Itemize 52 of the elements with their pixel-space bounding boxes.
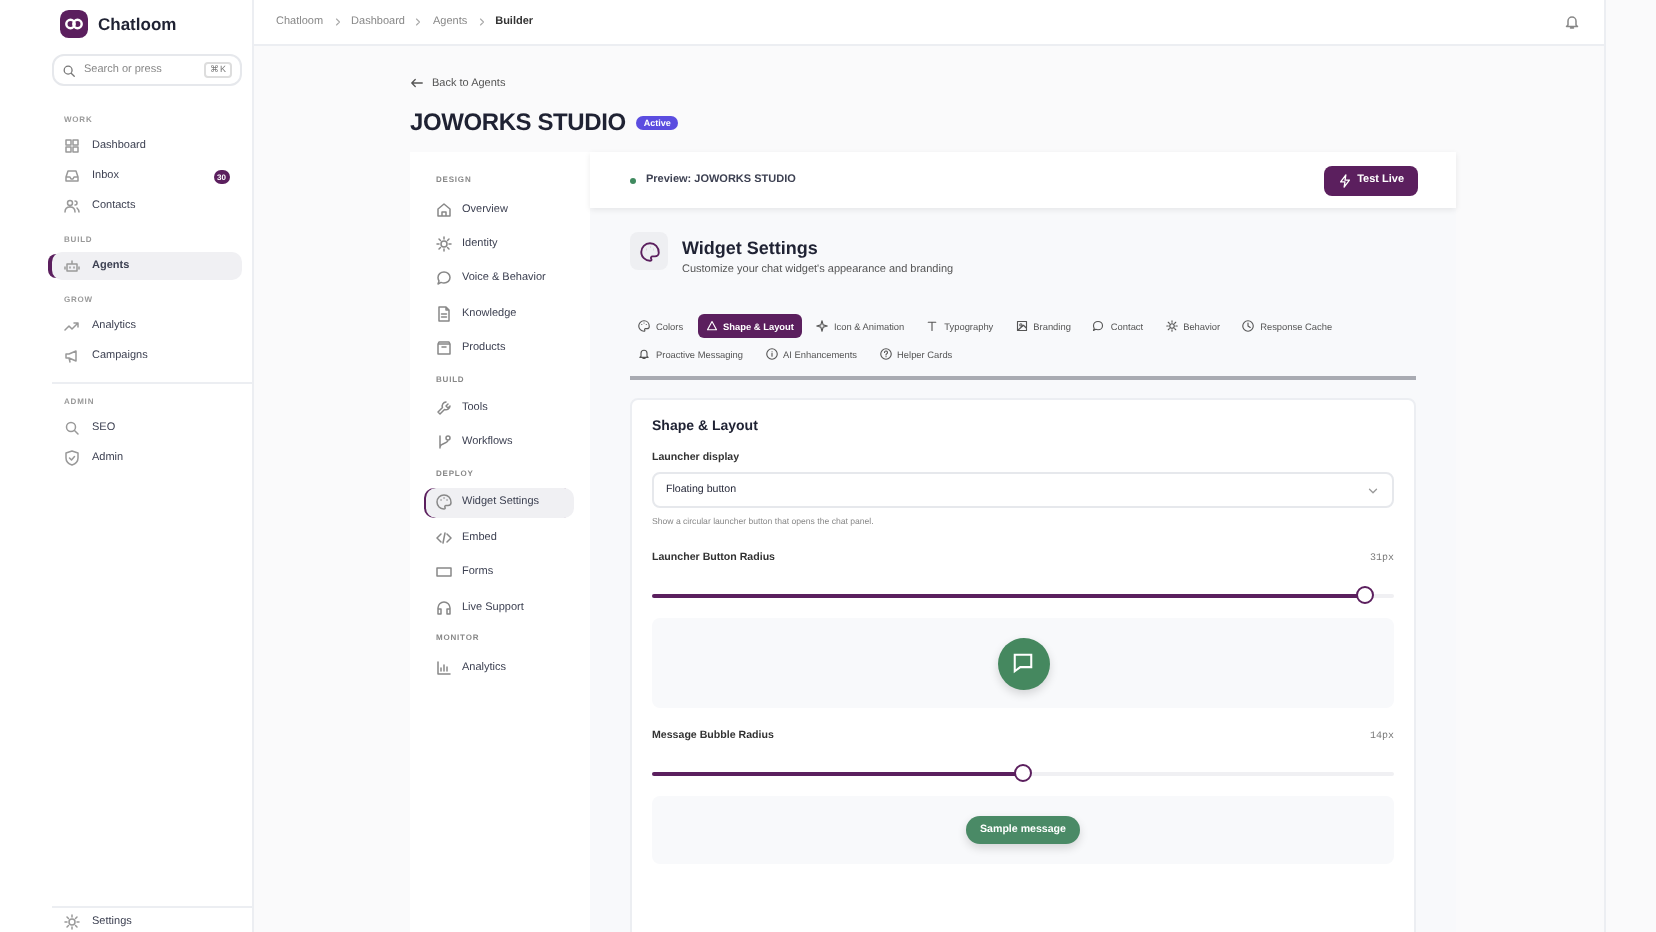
chat-bubble-icon [1012, 652, 1034, 674]
chat-launcher-button[interactable] [997, 637, 1049, 689]
info-icon [765, 348, 778, 360]
app-name: Chatloom [98, 14, 177, 34]
bell-icon [638, 348, 650, 360]
bell-icon [1564, 14, 1580, 30]
triangle-icon [705, 320, 718, 332]
bolt-icon [1337, 173, 1352, 187]
image-icon [1015, 320, 1028, 332]
settings-icon [64, 914, 80, 930]
wrench-icon [436, 400, 452, 417]
clock-icon [1242, 320, 1255, 332]
slider-thumb[interactable] [1355, 586, 1374, 604]
sparkle-icon [815, 320, 828, 332]
slider[interactable] [652, 764, 1394, 782]
search-icon [64, 420, 80, 436]
box-icon [436, 340, 452, 357]
palette-icon [638, 320, 650, 332]
code-icon [436, 529, 452, 546]
settings-title: Widget Settings [682, 238, 820, 258]
chevron-right-icon [331, 16, 344, 28]
text-icon [926, 320, 939, 332]
bar-chart-icon [436, 659, 452, 676]
inbox-icon [64, 168, 80, 184]
status-dot [630, 177, 636, 183]
settings-icon [1165, 320, 1178, 332]
trend-icon [64, 318, 80, 334]
logo-icon [60, 10, 88, 38]
notifications-button[interactable] [1564, 14, 1580, 30]
question-icon [879, 348, 892, 360]
document-icon [436, 305, 452, 322]
branch-icon [436, 434, 452, 451]
chevron-down-icon [1366, 483, 1380, 497]
slider-thumb[interactable] [1014, 764, 1032, 782]
settings-icon [436, 235, 452, 252]
robot-icon [64, 258, 80, 274]
palette-icon [630, 232, 668, 270]
arrow-left-icon [410, 76, 424, 90]
chevron-right-icon [412, 16, 425, 28]
rectangle-icon [436, 564, 452, 581]
people-icon [64, 198, 80, 214]
chat-bubble-icon [1092, 320, 1105, 332]
home-icon [436, 201, 452, 217]
shield-icon [64, 450, 80, 466]
palette-icon [436, 494, 452, 511]
chat-bubble-icon [436, 270, 452, 287]
headset-icon [436, 599, 452, 616]
slider[interactable] [652, 586, 1394, 604]
agent-title: JOWORKS STUDIO [410, 108, 626, 136]
megaphone-icon [64, 348, 80, 364]
grid-icon [64, 138, 80, 154]
chevron-right-icon [475, 16, 488, 28]
